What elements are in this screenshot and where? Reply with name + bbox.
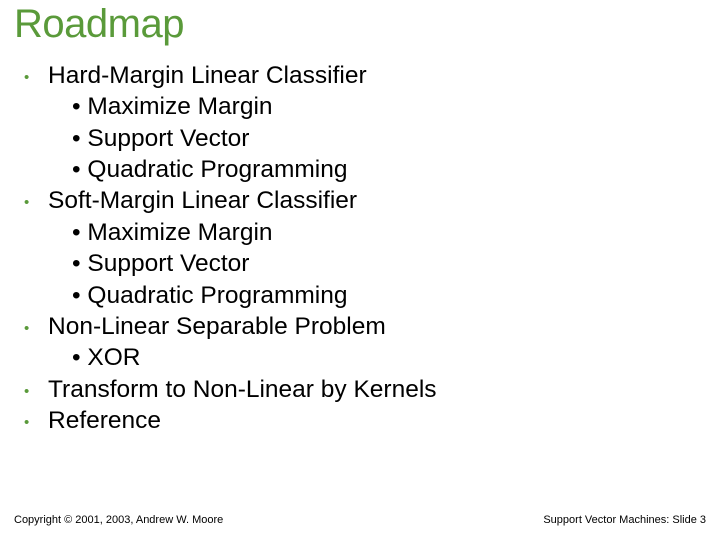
footer-page-num: 3 (700, 514, 706, 526)
footer-copyright: Copyright © 2001, 2003, Andrew W. Moore (14, 514, 223, 526)
list-item: Non-Linear Separable Problem XOR (18, 311, 700, 374)
item-label: Hard-Margin Linear Classifier (48, 62, 367, 89)
list-item: Reference (18, 405, 700, 436)
list-item: Hard-Margin Linear Classifier Maximize M… (18, 60, 700, 185)
sub-list: XOR (48, 342, 700, 373)
footer-slide-number: Support Vector Machines: Slide 3 (543, 514, 706, 526)
sub-item: Support Vector (48, 248, 700, 279)
slide: Roadmap Hard-Margin Linear Classifier Ma… (0, 0, 720, 540)
list-item: Soft-Margin Linear Classifier Maximize M… (18, 185, 700, 310)
sub-list: Maximize Margin Support Vector Quadratic… (48, 217, 700, 311)
item-label: Non-Linear Separable Problem (48, 313, 386, 340)
sub-item: Quadratic Programming (48, 280, 700, 311)
item-label: Transform to Non-Linear by Kernels (48, 376, 437, 403)
sub-item: Support Vector (48, 123, 700, 154)
sub-item: Maximize Margin (48, 91, 700, 122)
item-label: Soft-Margin Linear Classifier (48, 187, 357, 214)
outline-list: Hard-Margin Linear Classifier Maximize M… (18, 60, 700, 436)
item-label: Reference (48, 407, 161, 434)
sub-item: XOR (48, 342, 700, 373)
sub-item: Quadratic Programming (48, 154, 700, 185)
footer-prefix: Support Vector Machines: Slide (543, 514, 700, 526)
list-item: Transform to Non-Linear by Kernels (18, 374, 700, 405)
slide-body: Hard-Margin Linear Classifier Maximize M… (18, 60, 700, 436)
slide-title: Roadmap (14, 2, 184, 47)
sub-item: Maximize Margin (48, 217, 700, 248)
sub-list: Maximize Margin Support Vector Quadratic… (48, 91, 700, 185)
